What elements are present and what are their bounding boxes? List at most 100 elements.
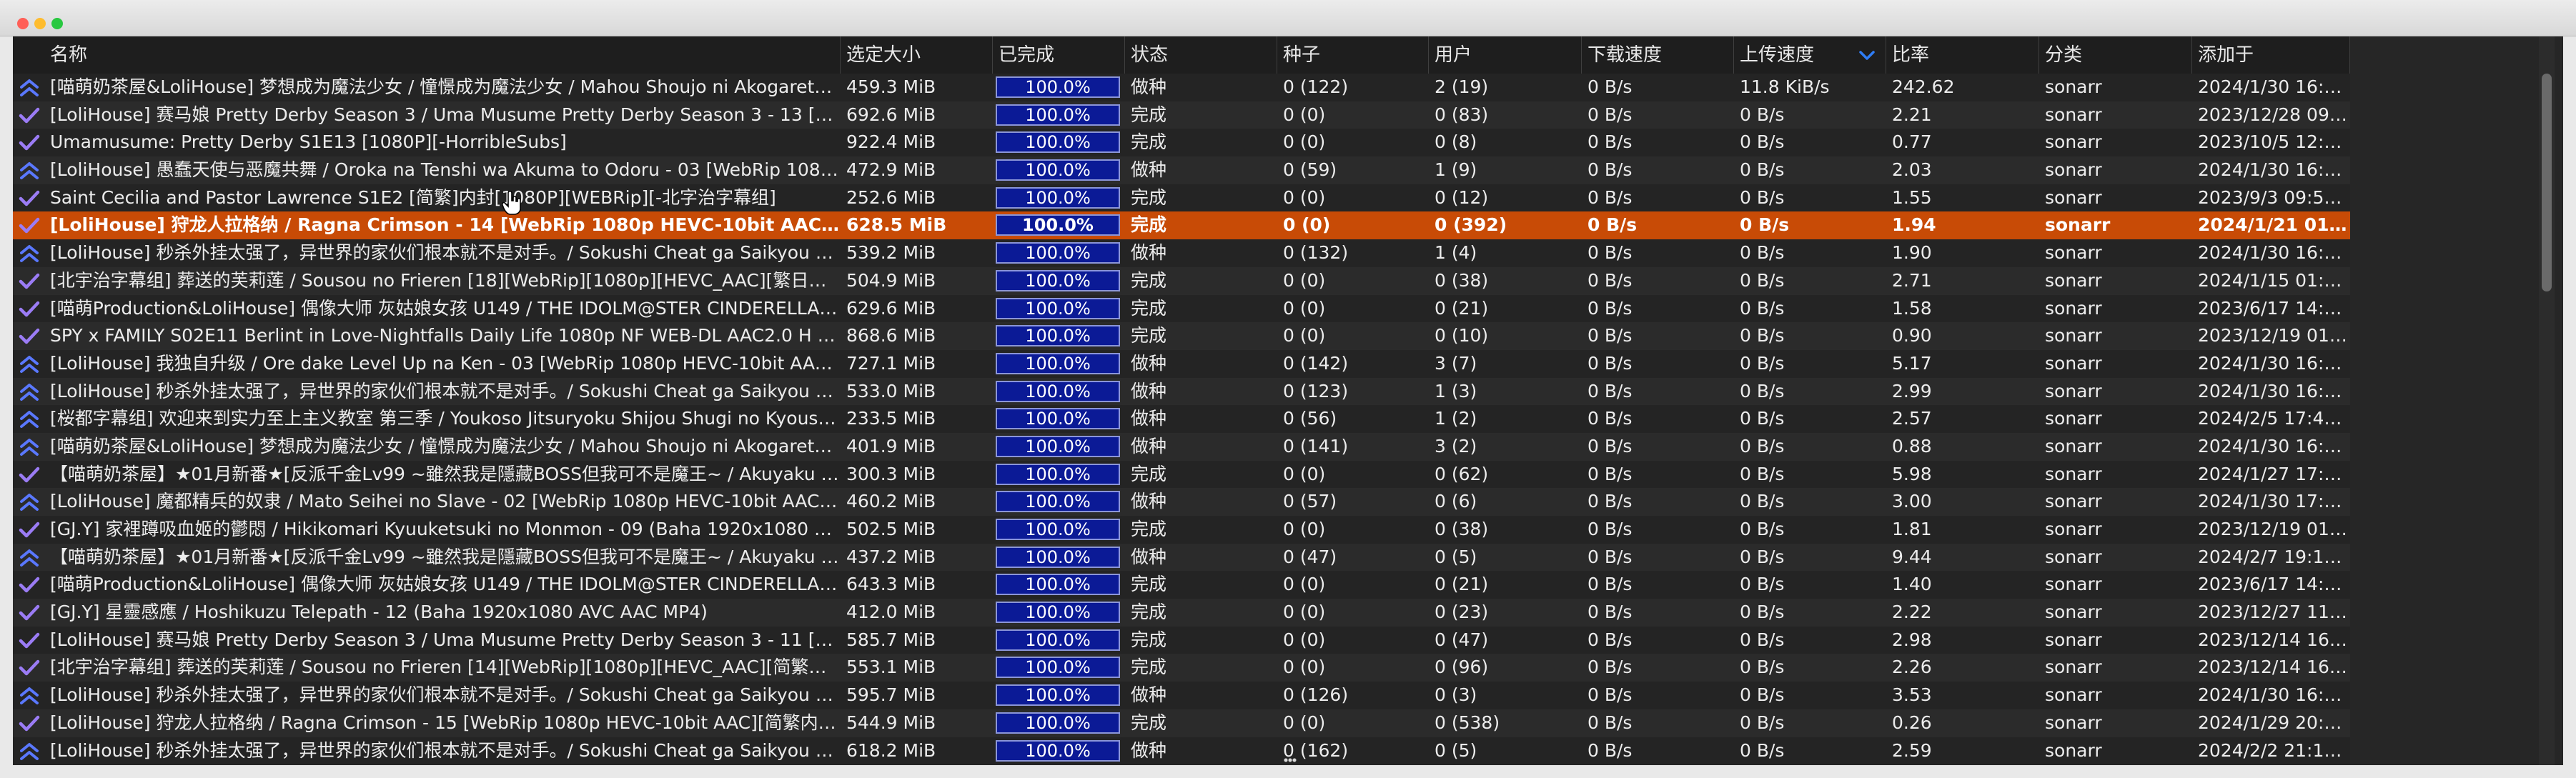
table-row[interactable]: [LoliHouse] 赛马娘 Pretty Derby Season 3 / … [13,101,2350,129]
table-row[interactable]: [LoliHouse] 狩龙人拉格纳 / Ragna Crimson - 14 … [13,211,2350,240]
table-row[interactable]: [LoliHouse] 秒杀外挂太强了，异世界的家伙们根本就不是对手。/ Sok… [13,239,2350,267]
close-window-button[interactable] [17,18,29,29]
seeds: 0 (0) [1283,325,1326,346]
header-column-seeds[interactable]: 种子 [1277,36,1429,74]
header-column-ratio[interactable]: 比率 [1886,36,2039,74]
table-row[interactable]: 【喵萌奶茶屋】★01月新番★[反派千金Lv99 ~雖然我是隱藏BOSS但我可不是… [13,460,2350,489]
table-row[interactable]: [GJ.Y] 家裡蹲吸血姬的鬱悶 / Hikikomari Kyuuketsuk… [13,516,2350,544]
progress: 100.0% [993,709,1125,737]
upload-speed: 0 B/s [1740,408,1785,429]
header-column-done[interactable]: 已完成 [993,36,1125,74]
scrollbar-thumb[interactable] [2542,74,2552,291]
vertical-scrollbar[interactable] [2539,36,2555,765]
table-row[interactable]: [LoliHouse] 狩龙人拉格纳 / Ragna Crimson - 15 … [13,709,2350,737]
added-on: 2024/2/5 17:45:… [2198,408,2350,429]
progress: 100.0% [993,488,1125,516]
status: 做种 [1131,739,1167,761]
status: 做种 [1131,408,1167,429]
table-row[interactable]: [LoliHouse] 秒杀外挂太强了，异世界的家伙们根本就不是对手。/ Sok… [13,737,2350,765]
table-row[interactable]: Saint Cecilia and Pastor Lawrence S1E2 [… [13,184,2350,212]
header-column-download-speed[interactable]: 下载速度 [1582,36,1734,74]
resize-handle[interactable] [1284,757,1297,763]
selected-size: 412.0 MiB [846,602,936,623]
status: 完成 [1131,131,1167,153]
progress-bar: 100.0% [996,380,1120,402]
table-row[interactable]: [LoliHouse] 愚蠢天使与恶魔共舞 / Oroka na Tenshi … [13,156,2350,184]
header-column-name[interactable]: 名称 [13,36,841,74]
progress: 100.0% [993,737,1125,765]
header-column-peers[interactable]: 用户 [1429,36,1582,74]
ratio: 2.21 [1892,104,1932,125]
header-column-status[interactable]: 状态 [1125,36,1277,74]
table-row[interactable]: [喵萌奶茶屋&LoliHouse] 梦想成为魔法少女 / 憧憬成为魔法少女 / … [13,74,2350,101]
header-label: 分类 [2045,44,2083,66]
table-row[interactable]: SPY x FAMILY S02E11 Berlint in Love-Nigh… [13,322,2350,350]
progress-label: 100.0% [1025,657,1091,678]
progress: 100.0% [993,350,1125,378]
progress-bar: 100.0% [996,325,1120,347]
table-row[interactable]: Umamusume: Pretty Derby S1E13 [1080P][-H… [13,129,2350,157]
table-row[interactable]: [GJ.Y] 星靈感應 / Hoshikuzu Telepath - 12 (B… [13,599,2350,627]
torrent-name: [喵萌奶茶屋&LoliHouse] 梦想成为魔法少女 / 憧憬成为魔法少女 / … [50,76,841,97]
seeds: 0 (56) [1283,408,1337,429]
table-row[interactable]: [北宇治字幕组] 葬送的芙莉莲 / Sousou no Frieren [14]… [13,654,2350,682]
seeds: 0 (47) [1283,546,1337,567]
table-row[interactable]: [LoliHouse] 我独自升级 / Ore dake Level Up na… [13,349,2350,378]
progress-bar: 100.0% [996,629,1120,651]
progress: 100.0% [993,129,1125,156]
table-row[interactable]: [桜都字幕组] 欢迎来到实力至上主义教室 第三季 / Youkoso Jitsu… [13,405,2350,433]
torrent-name: Umamusume: Pretty Derby S1E13 [1080P][-H… [50,131,567,153]
upload-speed: 0 B/s [1740,546,1785,567]
table-row[interactable]: [LoliHouse] 秒杀外挂太强了，异世界的家伙们根本就不是对手。/ Sok… [13,682,2350,709]
peers: 0 (21) [1435,297,1489,319]
progress-label: 100.0% [1025,409,1091,429]
chevron-down-icon[interactable] [1858,46,1876,64]
ratio: 242.62 [1892,76,1955,97]
added-on: 2024/1/30 16:5… [2198,76,2350,97]
table-row[interactable]: [喵萌Production&LoliHouse] 偶像大师 灰姑娘女孩 U149… [13,294,2350,323]
table-row[interactable]: [LoliHouse] 魔都精兵的奴隶 / Mato Seihei no Sla… [13,488,2350,516]
header-column-upload-speed[interactable]: 上传速度 [1734,36,1886,74]
added-on: 2024/1/30 16:5… [2198,380,2350,402]
ratio: 2.59 [1892,739,1932,761]
maximize-window-button[interactable] [51,18,63,29]
selected-size: 643.3 MiB [846,574,936,595]
peers: 1 (9) [1435,159,1477,181]
seeds: 0 (141) [1283,435,1349,457]
header-column-added[interactable]: 添加于 [2192,36,2350,74]
table-row[interactable]: [北宇治字幕组] 葬送的芙莉莲 / Sousou no Frieren [18]… [13,266,2350,295]
torrent-name: SPY x FAMILY S02E11 Berlint in Love-Nigh… [50,325,841,346]
added-on: 2023/9/3 09:56:… [2198,186,2350,208]
seeds: 0 (0) [1283,657,1326,678]
header-label: 选定大小 [846,44,921,66]
status: 完成 [1131,325,1167,346]
table-row[interactable]: [LoliHouse] 秒杀外挂太强了，异世界的家伙们根本就不是对手。/ Sok… [13,377,2350,406]
header-column-size[interactable]: 选定大小 [841,36,993,74]
peers: 0 (12) [1435,186,1489,208]
torrent-name: [GJ.Y] 星靈感應 / Hoshikuzu Telepath - 12 (B… [50,602,708,623]
download-speed: 0 B/s [1587,159,1633,181]
header-column-category[interactable]: 分类 [2039,36,2192,74]
upload-speed: 0 B/s [1740,269,1785,291]
status: 做种 [1131,546,1167,567]
table-row[interactable]: [喵萌奶茶屋&LoliHouse] 梦想成为魔法少女 / 憧憬成为魔法少女 / … [13,432,2350,461]
upload-speed: 0 B/s [1740,104,1785,125]
seeds: 0 (0) [1283,574,1326,595]
peers: 0 (6) [1435,491,1477,512]
category: sonarr [2045,214,2111,236]
selected-size: 533.0 MiB [846,380,936,402]
progress-bar: 100.0% [996,712,1120,734]
torrent-name: [喵萌Production&LoliHouse] 偶像大师 灰姑娘女孩 U149… [50,297,841,319]
upload-speed: 0 B/s [1740,463,1785,484]
selected-size: 401.9 MiB [846,435,936,457]
table-row[interactable]: [喵萌Production&LoliHouse] 偶像大师 灰姑娘女孩 U149… [13,571,2350,599]
seeds: 0 (0) [1283,629,1326,650]
minimize-window-button[interactable] [34,18,46,29]
table-row[interactable]: 【喵萌奶茶屋】★01月新番★[反派千金Lv99 ~雖然我是隱藏BOSS但我可不是… [13,543,2350,572]
progress: 100.0% [993,322,1125,350]
progress-bar: 100.0% [996,297,1120,319]
peers: 0 (38) [1435,269,1489,291]
upload-speed: 0 B/s [1740,491,1785,512]
table-row[interactable]: [LoliHouse] 赛马娘 Pretty Derby Season 3 / … [13,626,2350,654]
selected-size: 504.9 MiB [846,269,936,291]
